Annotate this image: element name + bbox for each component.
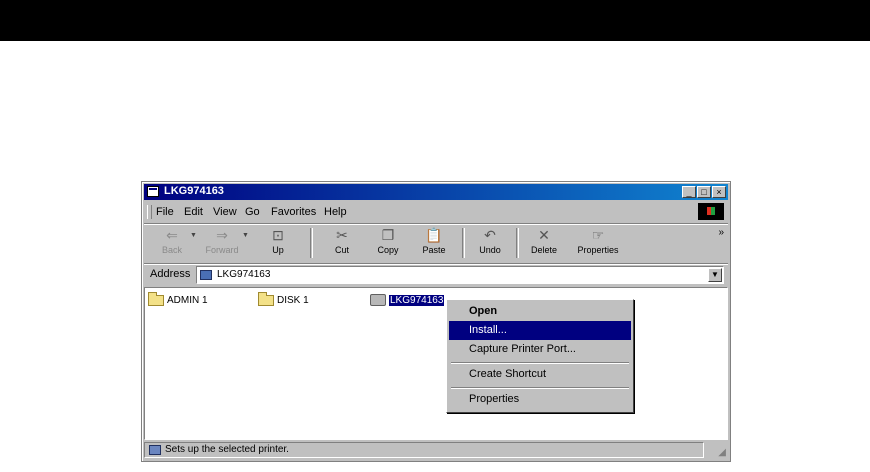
back-label: Back [161,245,182,255]
list-item-printer[interactable]: LKG974163 [370,293,445,307]
window-controls: _ □ × [681,186,726,198]
menu-file[interactable]: File [156,206,174,218]
context-item-create-shortcut[interactable]: Create Shortcut [449,365,631,384]
context-separator [451,387,629,389]
context-menu: Open Install... Capture Printer Port... … [446,299,634,413]
status-text: Sets up the selected printer. [165,444,289,455]
status-panel: Sets up the selected printer. [144,442,704,458]
back-arrow-icon: ⇐ [166,227,178,243]
cut-button[interactable]: ✂ Cut [320,226,364,260]
properties-label: Properties [577,245,619,255]
up-button[interactable]: ⊡ Up [256,226,300,260]
context-item-label: Install... [469,324,507,336]
delete-label: Delete [530,245,557,255]
status-bar: Sets up the selected printer. ◢ [144,441,728,459]
list-item-admin1[interactable]: ADMIN 1 [148,291,208,307]
maximize-button[interactable]: □ [697,186,711,198]
properties-button[interactable]: ☞ Properties [572,226,624,260]
forward-arrow-icon: ⇒ [216,227,228,243]
cut-label: Cut [334,245,349,255]
folder-icon [148,291,164,306]
context-item-open[interactable]: Open [449,302,631,321]
undo-button[interactable]: ↶ Undo [468,226,512,260]
printer-status-icon [149,445,161,455]
up-label: Up [272,245,284,255]
black-banner [0,0,870,41]
context-item-install[interactable]: Install... [449,321,631,340]
undo-label: Undo [479,245,501,255]
menu-view[interactable]: View [213,206,237,218]
context-item-properties[interactable]: Properties [449,390,631,409]
context-item-capture-printer-port[interactable]: Capture Printer Port... [449,340,631,359]
back-button[interactable]: ⇐ Back [150,226,194,260]
delete-button[interactable]: ✕ Delete [522,226,566,260]
context-separator [451,362,629,364]
toolbar-separator [310,228,313,258]
address-label: Address [150,268,191,280]
menu-help[interactable]: Help [324,206,347,218]
context-item-label: Open [469,305,498,317]
window-app-icon[interactable] [147,186,159,197]
network-printer-icon [200,270,212,280]
copy-button[interactable]: ❐ Copy [366,226,410,260]
standard-toolbar: ⇐ Back ▼ ⇒ Forward ▼ ⊡ Up ✂ Cut ❐ Copy 📋… [144,223,728,262]
toolbar-overflow-chevron-icon[interactable]: » [718,227,724,238]
context-item-label: Create Shortcut [469,368,547,380]
forward-label: Forward [205,245,239,255]
scissors-icon: ✂ [336,227,348,243]
up-folder-icon: ⊡ [272,227,284,243]
properties-icon: ☞ [591,227,605,243]
paste-icon: 📋 [425,227,443,243]
address-value: LKG974163 [217,269,271,280]
context-item-label: Properties [469,393,520,405]
printer-icon [370,294,386,306]
close-button[interactable]: × [712,186,726,198]
menubar-grip[interactable] [147,205,152,219]
item-label: LKG974163 [389,294,445,306]
menu-bar: File Edit View Go Favorites Help [144,202,728,222]
menu-go[interactable]: Go [245,206,260,218]
menu-edit[interactable]: Edit [184,206,203,218]
paste-label: Paste [422,245,446,255]
address-input[interactable]: LKG974163 ▼ [196,266,724,284]
menu-favorites[interactable]: Favorites [271,206,316,218]
forward-button[interactable]: ⇒ Forward [200,226,244,260]
forward-dropdown-icon[interactable]: ▼ [242,232,249,239]
copy-label: Copy [377,245,399,255]
toolbar-separator [462,228,465,258]
explorer-window: LKG974163 _ □ × File Edit View Go Favori… [141,181,731,462]
item-label: ADMIN 1 [167,294,208,306]
address-bar: Address LKG974163 ▼ [144,263,728,286]
file-view[interactable]: ADMIN 1 DISK 1 LKG974163 [144,287,728,440]
window-title: LKG974163 [164,185,224,197]
resize-grip-icon[interactable]: ◢ [718,447,726,458]
context-item-label: Capture Printer Port... [469,343,576,355]
title-bar[interactable]: LKG974163 _ □ × [144,184,728,200]
list-item-disk1[interactable]: DISK 1 [258,291,309,307]
toolbar-separator [516,228,519,258]
windows-logo-icon [698,203,724,220]
back-dropdown-icon[interactable]: ▼ [190,232,197,239]
minimize-button[interactable]: _ [682,186,696,198]
delete-x-icon: ✕ [538,227,550,243]
copy-icon: ❐ [381,227,395,243]
paste-button[interactable]: 📋 Paste [412,226,456,260]
address-dropdown-button[interactable]: ▼ [708,268,722,282]
folder-icon [258,291,274,306]
item-label: DISK 1 [277,294,309,306]
undo-icon: ↶ [484,227,496,243]
